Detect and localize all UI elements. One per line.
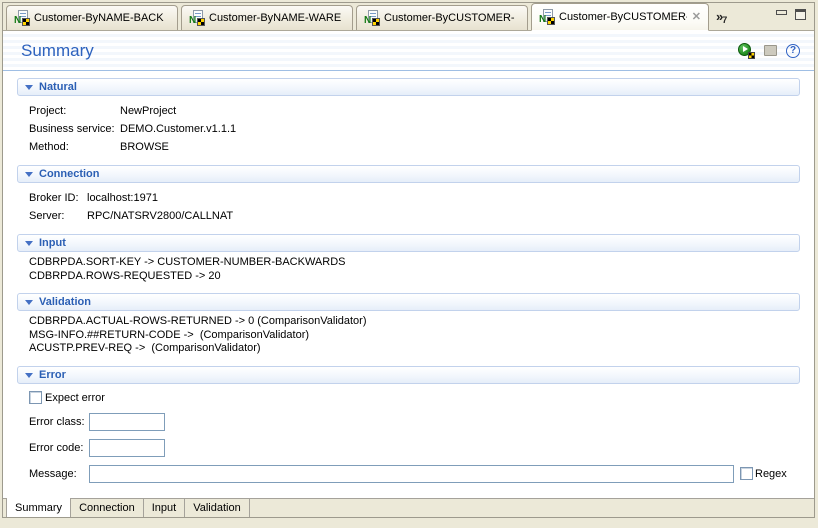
message-label: Message:	[29, 467, 77, 480]
section-connection: Connection Broker ID: localhost:1971 Ser…	[17, 165, 800, 227]
collapse-twistie-icon	[25, 372, 33, 378]
page-tab-connection[interactable]: Connection	[71, 499, 144, 517]
section-title: Input	[39, 237, 66, 249]
regex-option: Regex	[740, 467, 787, 480]
page-tab-label: Connection	[79, 502, 135, 514]
section-error: Error Expect error Error class: Error co…	[17, 365, 800, 483]
editor-window: N Customer-ByNAME-BACK N Customer-ByNAME…	[2, 2, 815, 518]
collapse-twistie-icon	[25, 172, 33, 177]
section-input-header[interactable]: Input	[17, 234, 800, 252]
input-assignment-line: CDBRPDA.ROWS-REQUESTED -> 20	[29, 269, 221, 282]
validation-rule-line: ACUSTP.PREV-REQ -> (ComparisonValidator)	[29, 342, 261, 354]
minimize-icon[interactable]	[776, 10, 787, 15]
editor-page-tabbar: Summary Connection Input Validation	[3, 498, 814, 517]
field-value: DEMO.Customer.v1.1.1	[120, 123, 237, 135]
field-value: localhost:1971	[87, 192, 158, 204]
validation-rule-line: MSG-INFO.##RETURN-CODE -> (ComparisonVal…	[29, 328, 310, 341]
field-value: BROWSE	[120, 141, 169, 153]
section-validation: Validation CDBRPDA.ACTUAL-ROWS-RETURNED …	[17, 293, 800, 359]
error-code-row: Error code:	[29, 438, 800, 457]
tab-overflow-chevron[interactable]: » 7	[716, 4, 727, 30]
field-label: Server:	[29, 210, 65, 222]
section-input-body: CDBRPDA.SORT-KEY -> CUSTOMER-NUMBER-BACK…	[17, 252, 800, 286]
section-title: Validation	[39, 296, 91, 308]
error-class-row: Error class:	[29, 412, 800, 431]
section-natural-header[interactable]: Natural	[17, 78, 800, 96]
regex-checkbox[interactable]	[740, 467, 753, 480]
editor-tabbar: N Customer-ByNAME-BACK N Customer-ByNAME…	[3, 3, 814, 31]
section-input: Input CDBRPDA.SORT-KEY -> CUSTOMER-NUMBE…	[17, 234, 800, 286]
error-code-label: Error code:	[29, 441, 84, 454]
tab-overflow-count: 7	[722, 15, 728, 25]
message-row: Message: Regex	[29, 464, 800, 483]
field-value: RPC/NATSRV2800/CALLNAT	[87, 210, 234, 222]
tab-label: Customer-ByNAME-BACK	[34, 12, 164, 24]
section-natural: Natural Project: NewProject Business ser…	[17, 78, 800, 158]
connection-row-server: Server: RPC/NATSRV2800/CALLNAT	[29, 207, 800, 225]
close-icon[interactable]: ✕	[687, 11, 701, 23]
field-label: Broker ID:	[29, 192, 79, 204]
section-title: Error	[39, 368, 66, 381]
page-tab-summary[interactable]: Summary	[6, 498, 72, 517]
validation-rule-line: CDBRPDA.ACTUAL-ROWS-RETURNED -> 0 (Compa…	[29, 315, 367, 327]
tab-label: Customer-ByCUSTOMER-	[559, 11, 687, 23]
page-tab-validation[interactable]: Validation	[185, 499, 250, 517]
section-natural-body: Project: NewProject Business service: DE…	[17, 96, 800, 158]
field-label: Project:	[29, 105, 67, 117]
error-class-label: Error class:	[29, 415, 85, 428]
page-tab-label: Input	[151, 502, 177, 514]
tab-label: Customer-ByNAME-WARE	[209, 12, 342, 24]
section-error-header[interactable]: Error	[17, 365, 800, 384]
page-tab-input[interactable]: Input	[144, 499, 186, 517]
window-buttons	[776, 9, 806, 20]
field-value: NewProject	[120, 105, 177, 117]
input-assignment-line: CDBRPDA.SORT-KEY -> CUSTOMER-NUMBER-BACK…	[29, 256, 346, 268]
expect-error-row: Expect error	[29, 391, 800, 405]
natural-row-business-service: Business service: DEMO.Customer.v1.1.1	[29, 120, 800, 138]
natural-file-icon: N	[539, 9, 555, 25]
editor-tab-customer-bycustomer-2-active[interactable]: N Customer-ByCUSTOMER- ✕	[531, 3, 709, 31]
natural-file-icon: N	[189, 10, 205, 26]
section-title: Natural	[39, 81, 77, 93]
regex-label: Regex	[755, 467, 787, 480]
error-class-input[interactable]	[89, 412, 165, 431]
natural-file-icon: N	[364, 10, 380, 26]
collapse-twistie-icon	[25, 241, 33, 246]
help-icon[interactable]: ?	[786, 43, 800, 58]
editor-tab-customer-byname-ware[interactable]: N Customer-ByNAME-WARE	[181, 5, 353, 30]
expect-error-checkbox[interactable]	[29, 391, 42, 404]
summary-form: Summary ? Natural Project: NewProject Bu…	[3, 31, 814, 498]
editor-tab-customer-byname-back[interactable]: N Customer-ByNAME-BACK	[6, 5, 178, 30]
field-label: Method:	[29, 141, 69, 153]
connection-row-broker-id: Broker ID: localhost:1971	[29, 189, 800, 207]
page-tab-label: Validation	[193, 502, 241, 514]
page-tab-label: Summary	[15, 501, 63, 514]
section-connection-body: Broker ID: localhost:1971 Server: RPC/NA…	[17, 183, 800, 227]
collapse-twistie-icon	[25, 300, 33, 305]
error-code-input[interactable]	[89, 438, 165, 457]
message-input[interactable]	[89, 464, 734, 483]
page-title: Summary	[21, 40, 94, 60]
natural-file-icon: N	[14, 10, 30, 26]
editor-tab-customer-bycustomer-1[interactable]: N Customer-ByCUSTOMER-	[356, 5, 528, 30]
run-test-icon[interactable]	[738, 42, 755, 59]
natural-row-project: Project: NewProject	[29, 102, 800, 120]
section-validation-header[interactable]: Validation	[17, 293, 800, 311]
form-header: Summary ?	[3, 31, 814, 71]
maximize-icon[interactable]	[795, 9, 806, 20]
form-toolbar: ?	[738, 42, 800, 59]
section-validation-body: CDBRPDA.ACTUAL-ROWS-RETURNED -> 0 (Compa…	[17, 311, 800, 359]
stop-icon[interactable]	[764, 45, 777, 56]
field-label: Business service:	[29, 123, 115, 135]
tab-label: Customer-ByCUSTOMER-	[384, 12, 515, 24]
section-connection-header[interactable]: Connection	[17, 165, 800, 183]
expect-error-label: Expect error	[45, 391, 105, 404]
natural-row-method: Method: BROWSE	[29, 138, 800, 156]
section-title: Connection	[39, 168, 100, 180]
collapse-twistie-icon	[25, 85, 33, 90]
